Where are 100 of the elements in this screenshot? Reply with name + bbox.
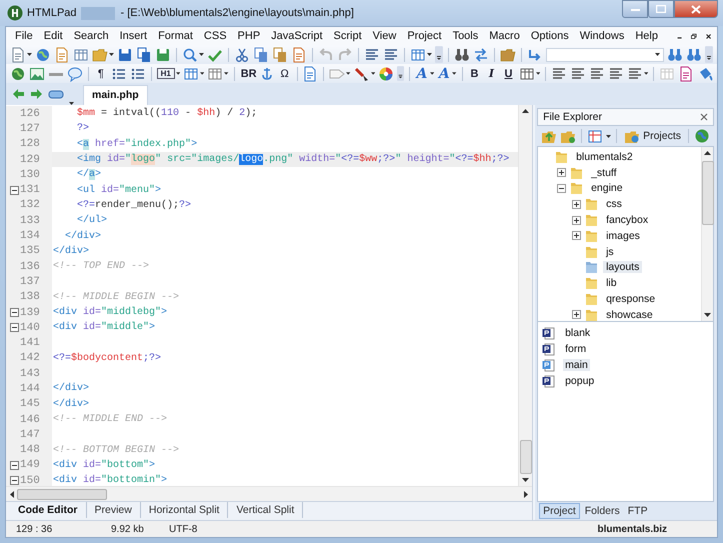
chevron-icon[interactable] (705, 46, 713, 63)
menu-item[interactable]: Format (157, 30, 194, 42)
toolbar-button[interactable]: BR (240, 68, 256, 80)
documents-icon[interactable] (252, 46, 269, 62)
scrollbar-thumb[interactable] (17, 488, 107, 500)
documents-icon[interactable] (272, 46, 288, 62)
vertical-scrollbar[interactable] (518, 105, 532, 486)
chevron-icon[interactable] (434, 46, 443, 63)
lines-icon[interactable] (608, 66, 624, 82)
caret-icon[interactable] (198, 53, 204, 56)
menu-item[interactable]: Script (332, 30, 363, 42)
editor-view-tab[interactable]: Preview (86, 502, 141, 518)
brush-icon[interactable] (354, 66, 370, 82)
panel-tab[interactable]: FTP (624, 504, 651, 518)
folder-icon[interactable] (500, 46, 516, 62)
menu-item[interactable]: File (14, 30, 34, 42)
lines-icon[interactable] (588, 66, 605, 82)
folder-item[interactable]: css (603, 198, 625, 210)
binoculars-icon[interactable] (667, 46, 684, 62)
scroll-left-icon[interactable] (10, 490, 14, 498)
projects-button[interactable]: Projects (622, 128, 683, 144)
document-icon[interactable] (54, 46, 70, 62)
panel-tab[interactable]: Folders (582, 504, 623, 518)
menu-item[interactable]: Edit (42, 30, 64, 42)
fold-toggle-icon[interactable] (10, 323, 19, 332)
menu-item[interactable]: Options (530, 30, 570, 42)
folder-item[interactable]: js (603, 246, 617, 258)
menu-item[interactable]: Macro (488, 30, 521, 42)
toolbar-button[interactable]: A (437, 66, 452, 82)
caret-icon[interactable] (108, 53, 114, 56)
grid-icon[interactable] (183, 66, 200, 82)
page-entry[interactable]: blank (563, 327, 592, 339)
caret-icon[interactable] (176, 72, 180, 75)
folder-item[interactable]: images (603, 230, 643, 242)
document-icon[interactable] (290, 46, 307, 62)
lines-icon[interactable] (626, 66, 643, 82)
caret-icon[interactable] (430, 72, 434, 75)
page-entry[interactable]: popup (563, 375, 596, 387)
scroll-down-icon[interactable] (522, 478, 530, 482)
caret-icon[interactable] (452, 72, 457, 75)
document-icon[interactable] (302, 66, 318, 82)
minimize-button[interactable] (622, 0, 648, 18)
back-arrow-icon[interactable] (12, 88, 25, 100)
binoculars-icon[interactable] (454, 46, 470, 62)
globe-icon[interactable] (10, 66, 26, 82)
document-icon[interactable] (678, 66, 694, 82)
grid-icon[interactable] (72, 46, 89, 62)
toolbar-button[interactable]: B (468, 68, 482, 80)
forward-arrow-icon[interactable] (30, 88, 43, 100)
caret-icon[interactable] (224, 72, 229, 75)
folder-item[interactable]: fancybox (603, 214, 652, 226)
menu-item[interactable]: JavaScript (270, 30, 324, 42)
grid-icon[interactable] (410, 46, 426, 62)
maximize-button[interactable] (648, 0, 674, 18)
menu-item[interactable]: Project (406, 30, 443, 42)
page-entry[interactable]: form (563, 343, 588, 355)
grid-icon[interactable] (587, 128, 604, 144)
scissors-icon[interactable] (234, 46, 250, 62)
folder-item[interactable]: layouts (603, 261, 642, 274)
fold-toggle-icon[interactable] (10, 308, 19, 317)
scroll-right-icon[interactable] (524, 490, 528, 498)
speech-bubble-icon[interactable] (67, 66, 83, 82)
toolbar-button[interactable]: I (484, 67, 498, 80)
expander-icon[interactable] (572, 310, 582, 320)
folder-up-icon[interactable] (541, 128, 558, 144)
expander-icon[interactable] (572, 200, 582, 209)
caret-icon[interactable] (370, 72, 376, 75)
scrollbar-thumb[interactable] (702, 161, 714, 225)
document-tab[interactable]: main.php (83, 85, 148, 105)
toolbar-button[interactable]: H1 (156, 68, 175, 79)
menu-item[interactable]: Insert (118, 30, 148, 42)
folder-icon[interactable] (560, 128, 576, 144)
expander-icon[interactable] (557, 168, 566, 178)
caret-icon[interactable] (606, 134, 612, 138)
menu-item[interactable]: PHP (236, 30, 262, 42)
expander-icon[interactable] (572, 231, 582, 240)
color-wheel-icon[interactable] (378, 66, 394, 82)
editor-view-tab[interactable]: Vertical Split (228, 502, 304, 518)
restore-icon[interactable] (691, 32, 697, 40)
close-icon[interactable] (706, 32, 711, 40)
folder-item[interactable]: engine (588, 182, 626, 194)
caret-icon[interactable] (346, 72, 351, 75)
globe-icon[interactable] (34, 46, 51, 62)
close-button[interactable] (674, 0, 718, 18)
scroll-up-icon[interactable] (522, 109, 530, 113)
binoculars-icon[interactable] (686, 46, 702, 62)
folder-item[interactable]: _stuff (588, 166, 620, 179)
folder-item[interactable]: qresponse (603, 293, 658, 306)
toolbar-button[interactable]: ¶ (94, 68, 108, 80)
fold-toggle-icon[interactable] (10, 460, 19, 470)
caret-icon[interactable] (27, 53, 32, 56)
folder-item[interactable]: blumentals2 (573, 150, 636, 163)
caret-icon[interactable] (426, 53, 432, 56)
scroll-down-icon[interactable] (704, 313, 711, 317)
menu-item[interactable]: Help (634, 30, 659, 42)
search-combo-field[interactable] (546, 48, 664, 62)
caret-icon[interactable] (536, 72, 540, 75)
editor-view-tab[interactable]: Horizontal Split (140, 502, 228, 518)
menu-item[interactable]: Search (72, 30, 110, 42)
picture-icon[interactable] (29, 66, 45, 82)
